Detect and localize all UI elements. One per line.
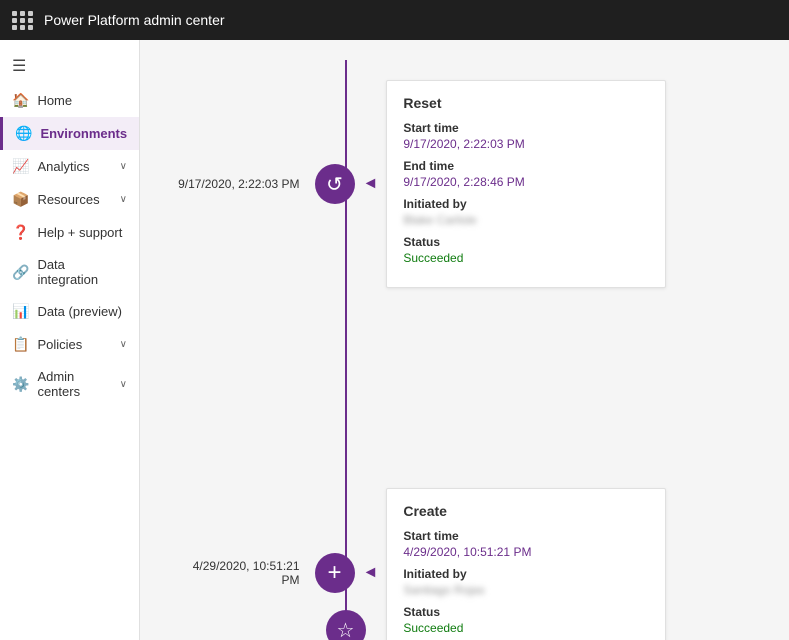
resources-chevron-icon: ∨ — [120, 194, 127, 205]
sidebar-label-home: Home — [37, 93, 72, 108]
create-initiated-by-value: Santiago Rojas — [403, 583, 649, 597]
sidebar-label-resources: Resources — [37, 192, 99, 207]
resources-icon: 📦 — [12, 191, 29, 208]
create-card-title: Create — [403, 503, 649, 519]
create-status-label: Status — [403, 605, 649, 619]
create-initiated-by-label: Initiated by — [403, 567, 649, 581]
reset-icon: ↺ — [315, 164, 355, 204]
sidebar-label-policies: Policies — [37, 337, 82, 352]
timeline-end: ☆ — [326, 610, 366, 640]
reset-end-time-value: 9/17/2020, 2:28:46 PM — [403, 175, 649, 189]
sidebar-item-admin-centers[interactable]: ⚙️ Admin centers ∨ — [0, 361, 139, 407]
reset-start-time-value: 9/17/2020, 2:22:03 PM — [403, 137, 649, 151]
timeline-end-icon: ☆ — [326, 610, 366, 640]
reset-initiated-by-value: Blake Carlisle — [403, 213, 649, 227]
create-timestamp: 4/29/2020, 10:51:21 PM — [175, 559, 315, 587]
sidebar-label-data-preview: Data (preview) — [37, 304, 122, 319]
help-icon: ❓ — [12, 224, 29, 241]
app-grid-icon[interactable] — [12, 11, 34, 30]
create-start-time-value: 4/29/2020, 10:51:21 PM — [403, 545, 649, 559]
data-preview-icon: 📊 — [12, 303, 29, 320]
topbar: Power Platform admin center — [0, 0, 789, 40]
sidebar: ☰ 🏠 Home 🌐 Environments 📈 Analytics ∨ 📦 … — [0, 40, 140, 640]
sidebar-label-analytics: Analytics — [37, 159, 89, 174]
create-start-time-label: Start time — [403, 529, 649, 543]
create-status-field: Status Succeeded — [403, 605, 649, 635]
reset-start-time-field: Start time 9/17/2020, 2:22:03 PM — [403, 121, 649, 151]
timeline-event-create: 4/29/2020, 10:51:21 PM + ◄ Create Start … — [175, 488, 755, 640]
sidebar-item-resources[interactable]: 📦 Resources ∨ — [0, 183, 139, 216]
analytics-icon: 📈 — [12, 158, 29, 175]
create-icon-wrapper: + — [315, 553, 355, 593]
app-body: ☰ 🏠 Home 🌐 Environments 📈 Analytics ∨ 📦 … — [0, 40, 789, 640]
create-status-value: Succeeded — [403, 621, 649, 635]
sidebar-label-data-integration: Data integration — [37, 257, 127, 287]
environments-icon: 🌐 — [15, 125, 32, 142]
sidebar-label-help: Help + support — [37, 225, 122, 240]
reset-status-label: Status — [403, 235, 649, 249]
create-arrow-icon: ◄ — [363, 564, 379, 582]
reset-initiated-by-label: Initiated by — [403, 197, 649, 211]
app-title: Power Platform admin center — [44, 12, 225, 28]
reset-end-time-field: End time 9/17/2020, 2:28:46 PM — [403, 159, 649, 189]
reset-card: Reset Start time 9/17/2020, 2:22:03 PM E… — [386, 80, 666, 288]
sidebar-label-admin-centers: Admin centers — [37, 369, 111, 399]
reset-initiated-by-field: Initiated by Blake Carlisle — [403, 197, 649, 227]
sidebar-item-environments[interactable]: 🌐 Environments — [0, 117, 139, 150]
policies-icon: 📋 — [12, 336, 29, 353]
sidebar-item-data-integration[interactable]: 🔗 Data integration — [0, 249, 139, 295]
reset-card-title: Reset — [403, 95, 649, 111]
reset-end-time-label: End time — [403, 159, 649, 173]
data-integration-icon: 🔗 — [12, 264, 29, 281]
create-icon: + — [315, 553, 355, 593]
admin-centers-chevron-icon: ∨ — [120, 379, 127, 390]
reset-timestamp: 9/17/2020, 2:22:03 PM — [175, 177, 315, 191]
analytics-chevron-icon: ∨ — [120, 161, 127, 172]
policies-chevron-icon: ∨ — [120, 339, 127, 350]
timeline-event-reset: 9/17/2020, 2:22:03 PM ↺ ◄ Reset Start ti… — [175, 80, 755, 288]
reset-status-field: Status Succeeded — [403, 235, 649, 265]
sidebar-label-environments: Environments — [40, 126, 127, 141]
home-icon: 🏠 — [12, 92, 29, 109]
timeline: 9/17/2020, 2:22:03 PM ↺ ◄ Reset Start ti… — [175, 60, 755, 640]
admin-centers-icon: ⚙️ — [12, 376, 29, 393]
sidebar-hamburger[interactable]: ☰ — [0, 48, 139, 84]
sidebar-item-policies[interactable]: 📋 Policies ∨ — [0, 328, 139, 361]
reset-start-time-label: Start time — [403, 121, 649, 135]
sidebar-item-analytics[interactable]: 📈 Analytics ∨ — [0, 150, 139, 183]
main-content: 9/17/2020, 2:22:03 PM ↺ ◄ Reset Start ti… — [140, 40, 789, 640]
sidebar-item-home[interactable]: 🏠 Home — [0, 84, 139, 117]
create-card: Create Start time 4/29/2020, 10:51:21 PM… — [386, 488, 666, 640]
create-start-time-field: Start time 4/29/2020, 10:51:21 PM — [403, 529, 649, 559]
reset-icon-wrapper: ↺ — [315, 164, 355, 204]
create-initiated-by-field: Initiated by Santiago Rojas — [403, 567, 649, 597]
sidebar-item-data-preview[interactable]: 📊 Data (preview) — [0, 295, 139, 328]
sidebar-item-help[interactable]: ❓ Help + support — [0, 216, 139, 249]
reset-arrow-icon: ◄ — [363, 175, 379, 193]
reset-status-value: Succeeded — [403, 251, 649, 265]
